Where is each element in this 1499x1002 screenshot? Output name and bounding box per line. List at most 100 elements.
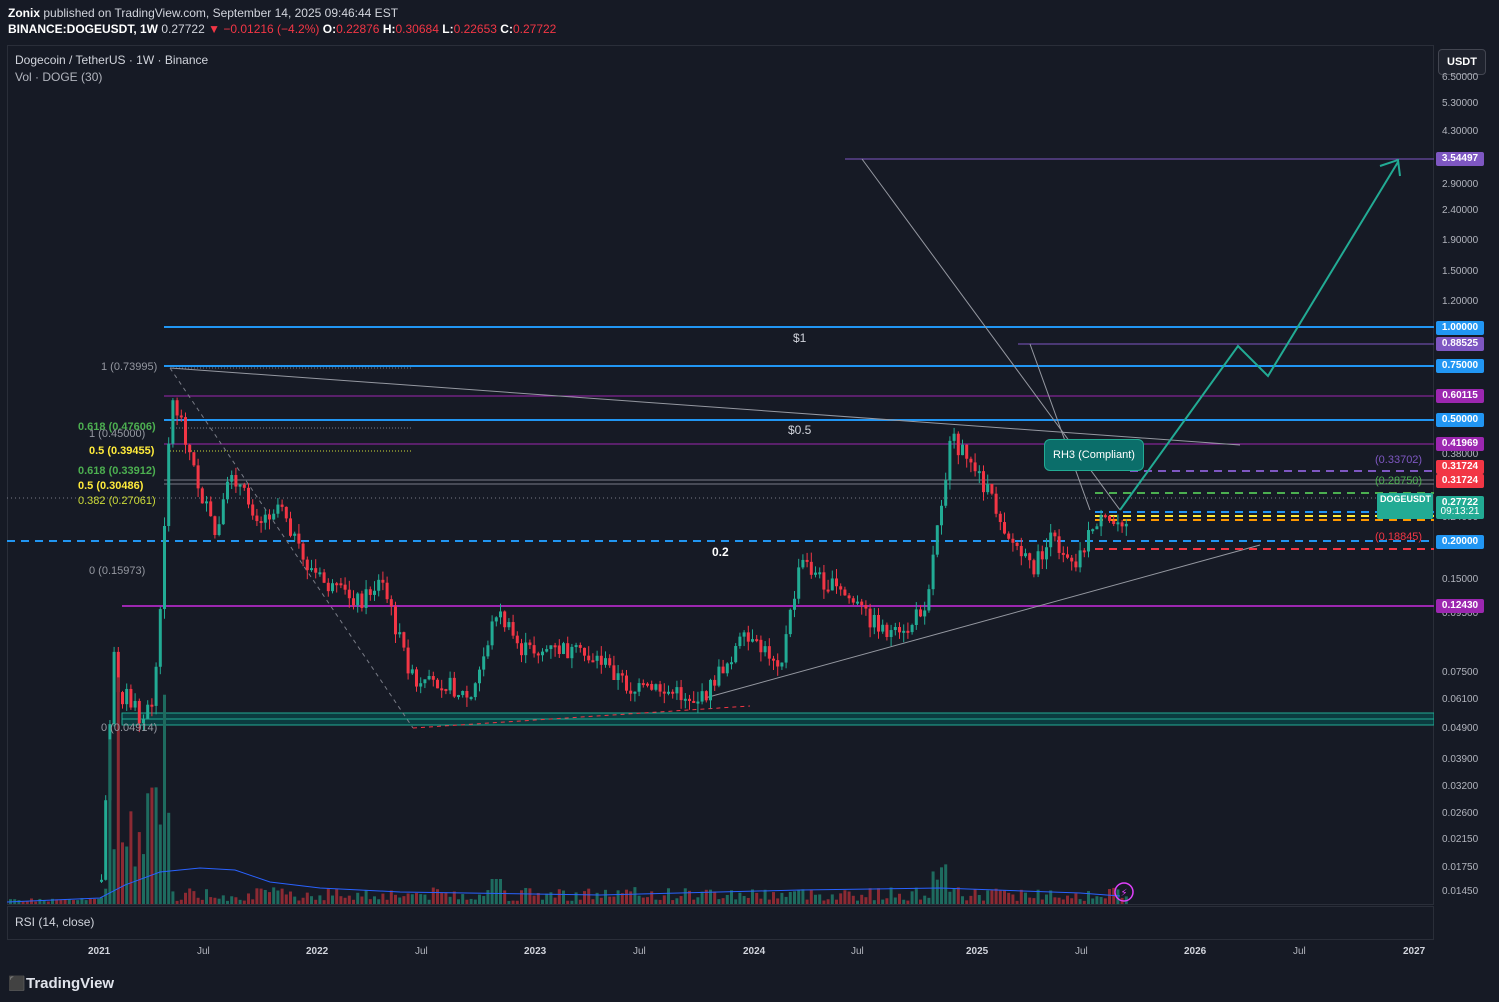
volume-bar [986, 890, 990, 904]
candle-body [755, 639, 759, 642]
volume-bar [654, 899, 658, 904]
candle-body [982, 471, 985, 493]
candle-body [494, 617, 498, 622]
price-level-tag: 0.41969 [1436, 437, 1484, 451]
candle-body [1003, 522, 1006, 534]
time-axis-tick: Jul [415, 946, 428, 957]
volume-bar [200, 899, 204, 904]
volume-bar [977, 895, 981, 904]
volume-bar [305, 892, 309, 904]
candle-body [662, 691, 666, 694]
volume-bar [511, 900, 515, 904]
volume-bar [545, 893, 549, 904]
candle-body [356, 593, 360, 606]
candle-body [944, 480, 948, 506]
candle-body [738, 636, 742, 647]
volume-bar [763, 889, 767, 904]
candle-body [347, 589, 351, 599]
volume-bar [746, 897, 750, 904]
volume-bar [377, 899, 381, 904]
volume-bar [1024, 892, 1027, 904]
volume-bar [402, 896, 406, 904]
volume-bar [914, 887, 918, 904]
volume-bar [839, 893, 843, 904]
volume-bar [801, 889, 805, 904]
candle-body [188, 444, 192, 453]
volume-bar [146, 793, 150, 904]
candle-body [1103, 515, 1107, 518]
volume-bar [59, 900, 63, 904]
volume-bar [1066, 895, 1069, 904]
volume-bar [129, 811, 133, 904]
candle-body [730, 662, 733, 665]
tradingview-logo[interactable]: ⬛TradingView [8, 975, 114, 992]
candle-body [1036, 551, 1040, 575]
volume-bar [583, 891, 586, 904]
volume-bar [431, 887, 435, 904]
rsi-pane[interactable] [7, 906, 1434, 940]
volume-bar [793, 891, 796, 904]
candle-body [1070, 557, 1074, 562]
volume-bar [1061, 899, 1065, 904]
candle-body [536, 653, 540, 656]
candle-body [364, 589, 368, 608]
volume-bar [860, 894, 864, 904]
price-axis-tick: 6.50000 [1442, 72, 1479, 83]
candle-body [688, 698, 691, 701]
volume-bar [247, 893, 250, 904]
candle-body [1053, 532, 1057, 537]
candle-body [948, 440, 952, 481]
candle-body [1015, 542, 1019, 546]
time-axis[interactable] [7, 940, 1434, 964]
volume-bar [528, 888, 532, 904]
candle-body [1007, 533, 1011, 539]
volume-bar [478, 894, 481, 904]
candle-body [532, 645, 536, 654]
volume-bar [289, 891, 292, 904]
candle-body [797, 567, 801, 599]
volume-bar [385, 899, 389, 904]
candle-body [1028, 553, 1032, 561]
candle-body [457, 695, 460, 698]
volume-bar [814, 894, 817, 904]
candle-body [562, 643, 565, 655]
rh3-callout[interactable]: RH3 (Compliant) [1044, 439, 1144, 471]
volume-bar [919, 899, 922, 904]
candle-body [322, 572, 326, 583]
candle-body [923, 610, 927, 617]
candle-body [919, 609, 922, 617]
volume-bar [641, 897, 645, 904]
candle-body [255, 515, 259, 522]
volume-bar [259, 888, 263, 904]
volume-bar [612, 896, 616, 904]
candle-body [994, 493, 998, 514]
price-axis-tick: 4.30000 [1442, 126, 1479, 137]
volume-bar [310, 896, 313, 904]
price-level-tag: 0.31724 [1436, 474, 1484, 488]
candle-body [742, 632, 746, 637]
price-axis-tick: 0.02600 [1442, 808, 1479, 819]
candle-body [469, 697, 473, 700]
volume-legend[interactable]: Vol · DOGE (30) [15, 70, 102, 84]
volume-bar [276, 890, 280, 904]
candle-body [956, 433, 960, 456]
candle-body [398, 632, 402, 635]
candle-body [1078, 550, 1082, 568]
candle-body [822, 572, 826, 590]
candle-body [104, 800, 108, 880]
volume-bar [944, 864, 948, 904]
volume-bar [633, 887, 637, 904]
volume-bar [163, 694, 166, 904]
time-axis-tick: 2023 [524, 946, 547, 957]
chart-legend-title[interactable]: Dogecoin / TetherUS · 1W · Binance [15, 53, 208, 67]
candle-body [1120, 522, 1124, 527]
candle-body [242, 484, 246, 488]
candle-body [591, 660, 595, 663]
volume-bar [175, 900, 179, 904]
candle-body [784, 634, 788, 663]
rsi-legend[interactable]: RSI (14, close) [15, 915, 94, 929]
candle-body [654, 684, 658, 690]
volume-bar [461, 894, 465, 904]
candle-body [583, 647, 586, 656]
volume-bar [889, 887, 893, 904]
